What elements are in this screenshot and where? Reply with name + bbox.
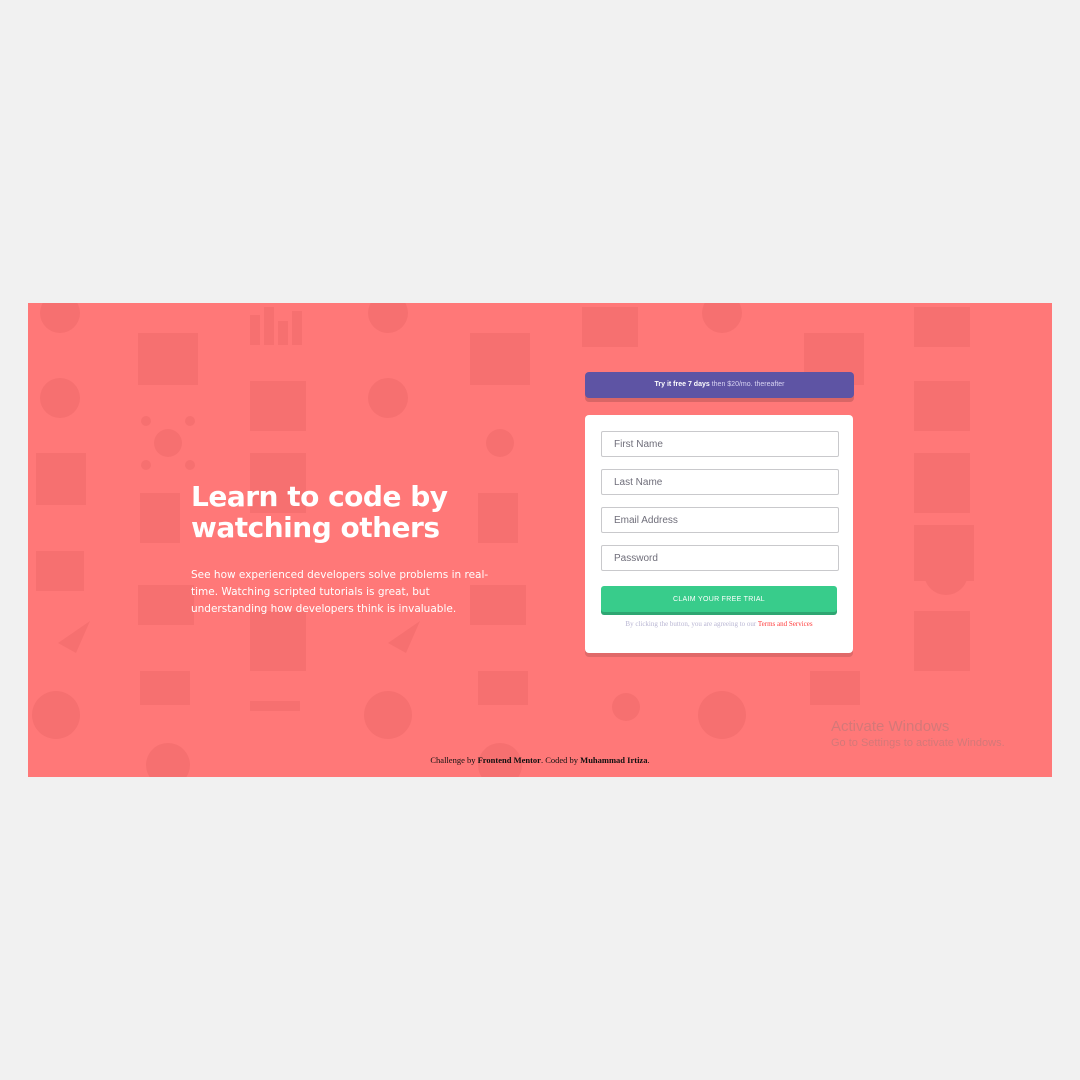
- attribution: Challenge by Frontend Mentor. Coded by M…: [28, 755, 1052, 765]
- promo-banner: Try it free 7 days then $20/mo. thereaft…: [585, 372, 854, 398]
- terms-prefix: By clicking the button, you are agreeing…: [625, 620, 757, 628]
- watermark-line-2: Go to Settings to activate Windows.: [831, 737, 1005, 749]
- claim-trial-button[interactable]: CLAIM YOUR FREE TRIAL: [601, 586, 837, 612]
- cart-icon: [140, 671, 860, 705]
- watermark-line-1: Activate Windows: [831, 718, 950, 735]
- network-icon: [486, 429, 514, 457]
- browser-window-icon: [138, 333, 198, 385]
- attribution-prefix: Challenge by: [430, 755, 476, 765]
- rocket-icon: [58, 621, 420, 653]
- signup-form: CLAIM YOUR FREE TRIAL By clicking the bu…: [585, 415, 853, 653]
- first-name-input[interactable]: [601, 431, 839, 457]
- promo-light-text: then $20/mo. thereafter: [711, 381, 785, 388]
- hero-background: Learn to code by watching others See how…: [28, 303, 1052, 777]
- terms-notice: By clicking the button, you are agreeing…: [585, 620, 853, 628]
- hero-section: Learn to code by watching others See how…: [191, 481, 511, 618]
- headset-icon: [40, 378, 80, 418]
- toolbox-icon: [250, 381, 306, 431]
- attribution-middle: . Coded by: [540, 755, 579, 765]
- hero-heading: Learn to code by watching others: [191, 481, 511, 543]
- attribution-suffix: .: [647, 755, 650, 765]
- bar-chart-icon: [250, 307, 302, 345]
- key-icon: [250, 693, 640, 721]
- author-link[interactable]: Muhammad Irtiza: [580, 755, 647, 765]
- email-input[interactable]: [601, 507, 839, 533]
- hero-heading-line-2: watching others: [191, 511, 440, 544]
- terms-link[interactable]: Terms and Services: [758, 620, 813, 628]
- password-input[interactable]: [601, 545, 839, 571]
- promo-bold-text: Try it free 7 days: [654, 381, 710, 388]
- last-name-input[interactable]: [601, 469, 839, 495]
- hero-description: See how experienced developers solve pro…: [191, 569, 489, 615]
- network-icon: [141, 416, 195, 470]
- hero-heading-line-1: Learn to code by: [191, 480, 448, 513]
- frontend-mentor-link[interactable]: Frontend Mentor: [478, 755, 541, 765]
- background-pattern: [32, 303, 974, 777]
- windows-activation-watermark: Activate Windows Go to Settings to activ…: [831, 718, 1005, 749]
